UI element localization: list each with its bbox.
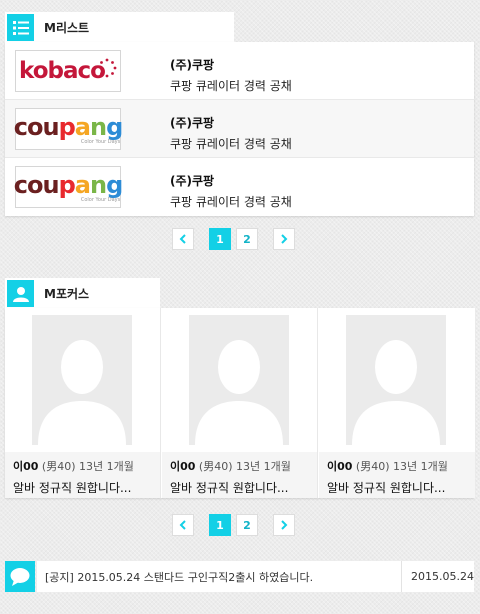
next-page-button[interactable] — [273, 228, 295, 250]
notice-bar[interactable]: [공지] 2015.05.24 스탠다드 구인구직2출시 하였습니다. 2015… — [37, 561, 474, 592]
candidate-desc[interactable]: 알바 정규직 원합니다... — [13, 479, 160, 496]
mfocus-title: M포커스 — [44, 287, 90, 301]
user-icon — [7, 280, 34, 307]
profile-placeholder-icon[interactable] — [32, 315, 132, 445]
candidate-name[interactable]: 이00 — [170, 460, 195, 473]
page-button-2[interactable]: 2 — [236, 228, 258, 250]
list-item[interactable]: kobaco (주)쿠팡 쿠팡 큐레이터 경력 공채 — [5, 42, 474, 100]
candidate-desc[interactable]: 알바 정규직 원합니다... — [170, 479, 317, 496]
kobaco-dots-icon — [100, 58, 117, 78]
chevron-left-icon — [179, 520, 186, 530]
candidate-detail: (男40) 13년 1개월 — [38, 460, 134, 473]
kobaco-logo-text: kobaco — [19, 58, 106, 84]
speech-bubble-icon — [5, 561, 35, 592]
notice-date: 2015.05.24 — [411, 570, 474, 583]
coupang-logo: coupang Color Your Days — [13, 113, 123, 145]
job-title[interactable]: 쿠팡 큐레이터 경력 공채 — [170, 77, 292, 94]
list-item[interactable]: coupang Color Your Days (주)쿠팡 쿠팡 큐레이터 경력… — [5, 158, 474, 216]
page-button-2[interactable]: 2 — [236, 514, 258, 536]
candidate-desc[interactable]: 알바 정규직 원합니다... — [327, 479, 475, 496]
candidate-detail: (男40) 13년 1개월 — [352, 460, 448, 473]
candidate-detail: (男40) 13년 1개월 — [195, 460, 291, 473]
company-name[interactable]: (주)쿠팡 — [170, 172, 292, 189]
chevron-left-icon — [179, 234, 186, 244]
prev-page-button[interactable] — [172, 514, 194, 536]
list-icon — [7, 14, 34, 41]
mfocus-header: M포커스 — [5, 278, 160, 309]
notice-message[interactable]: [공지] 2015.05.24 스탠다드 구인구직2출시 하였습니다. — [45, 569, 401, 585]
company-logo[interactable]: kobaco — [15, 50, 121, 92]
next-page-button[interactable] — [273, 514, 295, 536]
job-title[interactable]: 쿠팡 큐레이터 경력 공채 — [170, 193, 292, 210]
list-item[interactable]: coupang Color Your Days (주)쿠팡 쿠팡 큐레이터 경력… — [5, 100, 474, 158]
company-name[interactable]: (주)쿠팡 — [170, 56, 292, 73]
mlist-title: M리스트 — [44, 21, 90, 35]
candidate-name[interactable]: 이00 — [13, 460, 38, 473]
job-title[interactable]: 쿠팡 큐레이터 경력 공채 — [170, 135, 292, 152]
prev-page-button[interactable] — [172, 228, 194, 250]
company-logo[interactable]: coupang Color Your Days — [13, 108, 123, 150]
mlist-header: M리스트 — [5, 12, 234, 43]
coupang-logo: coupang Color Your Days — [13, 171, 123, 203]
chevron-right-icon — [281, 520, 288, 530]
page-button-1[interactable]: 1 — [209, 228, 231, 250]
profile-card[interactable]: 이00 (男40) 13년 1개월 알바 정규직 원합니다... — [319, 308, 475, 498]
mlist-panel: kobaco (주)쿠팡 쿠팡 큐레이터 경력 공채 coupang Color… — [5, 42, 474, 216]
profile-card[interactable]: 이00 (男40) 13년 1개월 알바 정규직 원합니다... — [5, 308, 161, 498]
company-logo[interactable]: coupang Color Your Days — [13, 166, 123, 208]
company-name[interactable]: (주)쿠팡 — [170, 114, 292, 131]
page-button-1[interactable]: 1 — [209, 514, 231, 536]
profile-placeholder-icon[interactable] — [346, 315, 446, 445]
candidate-name[interactable]: 이00 — [327, 460, 352, 473]
profile-placeholder-icon[interactable] — [189, 315, 289, 445]
mfocus-panel: 이00 (男40) 13년 1개월 알바 정규직 원합니다... 이00 (男4… — [5, 308, 475, 498]
chevron-right-icon — [281, 234, 288, 244]
profile-card[interactable]: 이00 (男40) 13년 1개월 알바 정규직 원합니다... — [162, 308, 318, 498]
divider — [401, 561, 402, 592]
